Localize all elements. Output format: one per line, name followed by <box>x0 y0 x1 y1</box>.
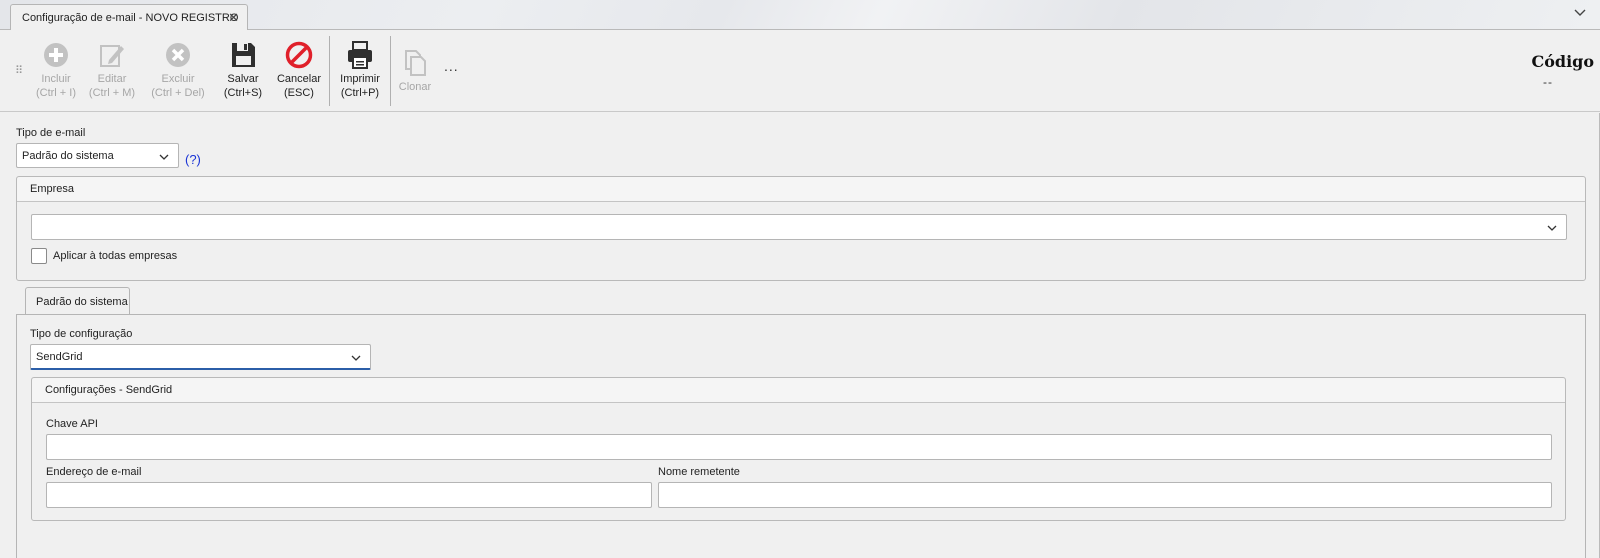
tipo-config-label: Tipo de configuração <box>30 328 133 340</box>
clone-icon <box>395 48 435 78</box>
tipo-config-select[interactable]: SendGrid <box>30 344 371 370</box>
help-link[interactable]: (?) <box>185 152 201 167</box>
document-tab-bar: Configuração de e-mail - NOVO REGISTRO ✕ <box>0 0 1600 31</box>
empresa-group: Empresa Aplicar à todas empresas <box>16 176 1586 281</box>
sendgrid-group: Configurações - SendGrid Chave API Ender… <box>31 377 1566 521</box>
email-address-input[interactable] <box>46 482 652 508</box>
tipo-email-select[interactable]: Padrão do sistema <box>16 143 179 168</box>
form-content: Tipo de e-mail Padrão do sistema (?) Emp… <box>0 113 1600 558</box>
api-key-label: Chave API <box>46 418 98 430</box>
apply-all-companies-checkbox[interactable] <box>31 248 47 264</box>
save-icon <box>220 40 266 70</box>
add-button[interactable]: Incluir (Ctrl + I) <box>31 40 81 100</box>
toolbar-grip-icon[interactable]: ⠿ <box>15 64 23 77</box>
empresa-group-title: Empresa <box>30 183 75 195</box>
codigo-label: Código <box>1531 52 1594 71</box>
print-button[interactable]: Imprimir (Ctrl+P) <box>335 40 385 100</box>
toolbar-separator <box>329 36 330 106</box>
delete-button-label: Excluir <box>161 73 195 85</box>
more-options-icon[interactable]: ... <box>444 58 459 74</box>
tipo-email-label: Tipo de e-mail <box>16 127 86 139</box>
sender-name-label: Nome remetente <box>658 466 740 478</box>
print-button-shortcut: (Ctrl+P) <box>340 87 380 99</box>
edit-button-label: Editar <box>97 73 127 85</box>
document-tab[interactable]: Configuração de e-mail - NOVO REGISTRO ✕ <box>10 4 248 31</box>
tipo-config-value: SendGrid <box>36 351 83 363</box>
api-key-input[interactable] <box>46 434 1552 460</box>
chevron-down-icon <box>159 152 169 164</box>
edit-button[interactable]: Editar (Ctrl + M) <box>86 40 138 100</box>
add-button-label: Incluir <box>41 73 71 85</box>
clone-button[interactable]: Clonar <box>395 48 435 94</box>
edit-icon <box>86 40 138 70</box>
document-tab-title: Configuração de e-mail - NOVO REGISTRO <box>22 12 239 24</box>
cancel-icon <box>274 40 324 70</box>
cancel-button[interactable]: Cancelar (ESC) <box>274 40 324 100</box>
print-icon <box>335 40 385 70</box>
save-button[interactable]: Salvar (Ctrl+S) <box>220 40 266 100</box>
close-icon[interactable]: ✕ <box>228 10 239 26</box>
delete-button-shortcut: (Ctrl + Del) <box>151 87 205 99</box>
empresa-group-header: Empresa <box>17 177 1585 202</box>
print-button-label: Imprimir <box>340 73 380 85</box>
apply-all-companies-label: Aplicar à todas empresas <box>53 250 178 262</box>
save-button-label: Salvar <box>227 73 259 85</box>
chevron-down-icon <box>351 353 361 365</box>
empresa-select[interactable] <box>31 214 1567 240</box>
chevron-down-icon[interactable] <box>1574 8 1586 20</box>
chevron-down-icon <box>1547 223 1557 235</box>
email-address-label: Endereço de e-mail <box>46 466 142 478</box>
tab-label: Padrão do sistema <box>36 296 128 308</box>
toolbar-separator <box>390 36 391 106</box>
tipo-email-value: Padrão do sistema <box>22 150 114 162</box>
tab-padrao-do-sistema[interactable]: Padrão do sistema <box>25 287 130 315</box>
codigo-value: -- <box>1543 75 1553 89</box>
add-icon <box>31 40 81 70</box>
delete-button[interactable]: Excluir (Ctrl + Del) <box>147 40 209 100</box>
clone-button-label: Clonar <box>398 81 432 93</box>
edit-button-shortcut: (Ctrl + M) <box>88 87 136 99</box>
sendgrid-group-title: Configurações - SendGrid <box>45 384 173 396</box>
cancel-button-label: Cancelar <box>276 73 322 85</box>
toolbar: ⠿ Incluir (Ctrl + I) Editar (Ctrl + M) E… <box>0 30 1600 112</box>
add-button-shortcut: (Ctrl + I) <box>35 87 77 99</box>
save-button-shortcut: (Ctrl+S) <box>223 87 263 99</box>
cancel-button-shortcut: (ESC) <box>284 87 314 99</box>
sendgrid-group-header: Configurações - SendGrid <box>32 378 1565 403</box>
delete-icon <box>147 40 209 70</box>
sender-name-input[interactable] <box>658 482 1552 508</box>
